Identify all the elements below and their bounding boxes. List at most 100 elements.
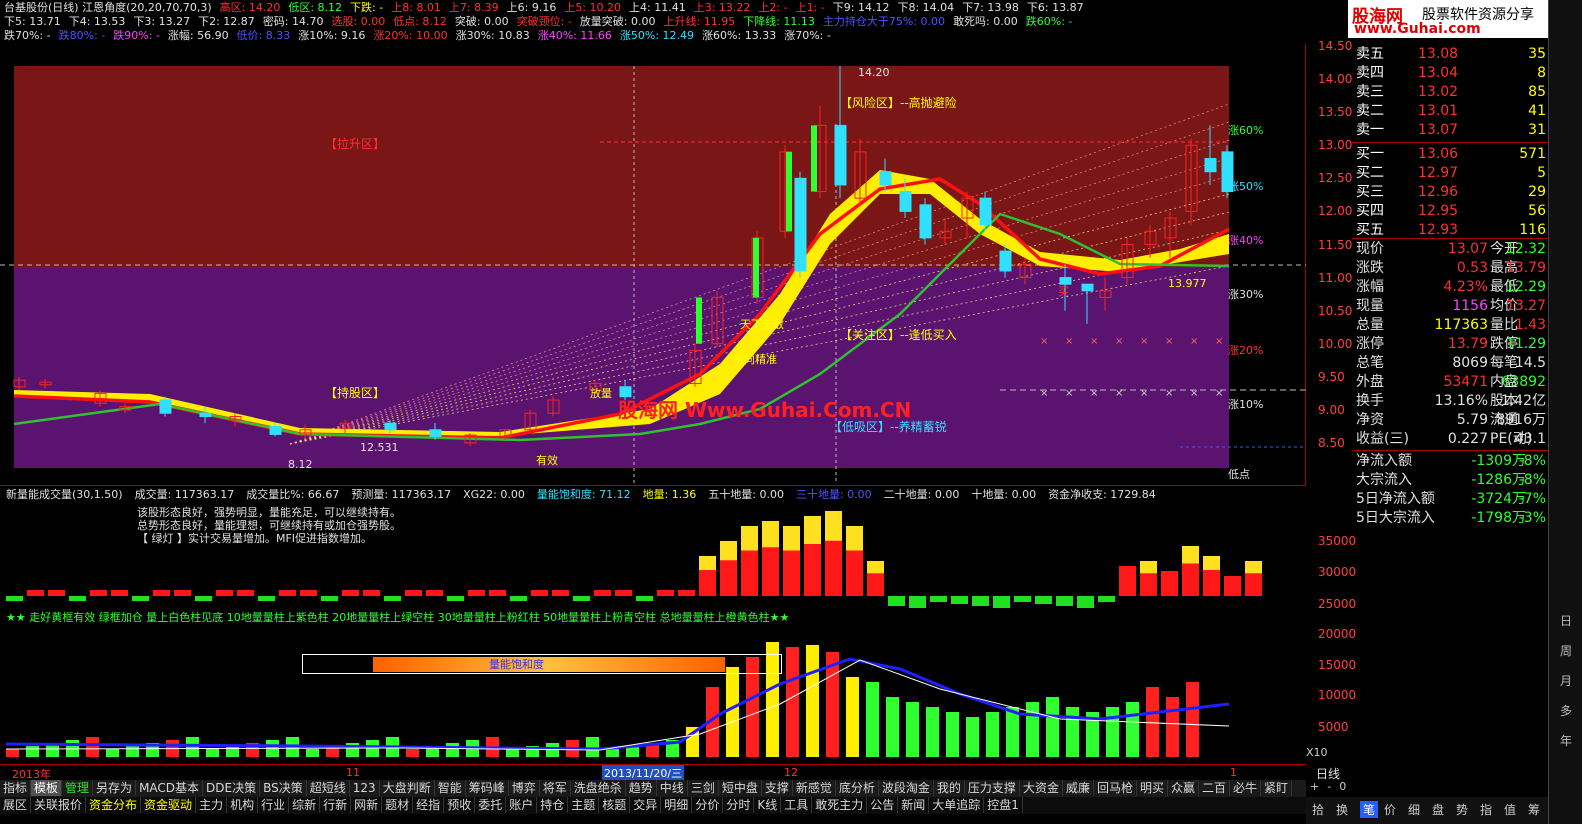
toolbar1-btn[interactable]: 筹码峰: [466, 780, 509, 796]
toolbar2-btn[interactable]: 持仓: [537, 797, 569, 813]
hdr1-9: 上3: 13.22: [693, 1, 751, 14]
sat-bar: [1126, 702, 1139, 757]
toolbar2-btn[interactable]: 资金分布: [86, 797, 142, 813]
toolbar2-btn[interactable]: 分时: [723, 797, 755, 813]
toolbar1-btn[interactable]: 三剑: [688, 780, 719, 796]
toolbar1-btn[interactable]: 压力支撑: [965, 780, 1020, 796]
quote-tab[interactable]: 细: [1408, 801, 1420, 818]
zoom-out-button[interactable]: -: [1327, 780, 1331, 793]
quote-tab[interactable]: 势: [1456, 801, 1468, 818]
toolbar2-btn[interactable]: K线: [754, 797, 782, 813]
vol-bar: [909, 596, 926, 608]
toolbar1-btn[interactable]: 洗盘绝杀: [571, 780, 626, 796]
toolbar1-btn[interactable]: 波段淘金: [879, 780, 934, 796]
toolbar1-btn[interactable]: 博弈: [509, 780, 540, 796]
stock-chart-app: { "header":{ "line1":[ {"t":"台基股份(日线) 江恩…: [0, 0, 1582, 824]
toolbar1-btn[interactable]: 大资金: [1020, 780, 1063, 796]
stat-row: 涨跌 0.53 最高 13.79: [1352, 259, 1548, 278]
toolbar2-btn[interactable]: 关联报价: [31, 797, 87, 813]
toolbar2-btn[interactable]: 控盘1: [984, 797, 1023, 813]
toolbar1-btn[interactable]: 另存为: [93, 780, 137, 796]
toolbar1-btn[interactable]: 紧盯: [1261, 780, 1293, 796]
toolbar1-btn[interactable]: 中线: [657, 780, 688, 796]
quote-tab[interactable]: 值: [1504, 801, 1516, 818]
toolbar2-btn[interactable]: 大单追踪: [929, 797, 985, 813]
quote-tab[interactable]: 换: [1336, 801, 1348, 818]
period-tab[interactable]: 年: [1553, 732, 1579, 749]
vol-bar: [657, 590, 674, 596]
toolbar2-btn[interactable]: 网新: [351, 797, 383, 813]
toolbar1-btn[interactable]: 众赢: [1168, 780, 1200, 796]
toolbar2-btn[interactable]: 主力: [196, 797, 228, 813]
vol-bar: [132, 596, 149, 601]
toolbar1-btn[interactable]: 模板: [31, 780, 63, 796]
toolbar2-btn[interactable]: 行新: [320, 797, 352, 813]
toolbar1-btn[interactable]: MACD基本: [136, 780, 204, 796]
period-tab[interactable]: 月: [1553, 672, 1579, 689]
stat-label: 换手: [1356, 393, 1384, 409]
quote-tab[interactable]: 拾: [1312, 801, 1324, 818]
toolbar2-btn[interactable]: 公告: [867, 797, 899, 813]
toolbar1-btn[interactable]: 二百: [1199, 780, 1231, 796]
toolbar2-btn[interactable]: 交异: [630, 797, 662, 813]
ind1-8: 三十地量: 0.00: [795, 488, 872, 501]
toolbar2-btn[interactable]: 明细: [661, 797, 693, 813]
toolbar1-btn[interactable]: 支撑: [762, 780, 793, 796]
toolbar1-btn[interactable]: 底分析: [836, 780, 879, 796]
zoom-reset-button[interactable]: 0: [1339, 780, 1346, 793]
toolbar1-btn[interactable]: BS决策: [260, 780, 307, 796]
toolbar1-btn[interactable]: 智能: [435, 780, 466, 796]
zoom-in-button[interactable]: +: [1310, 780, 1319, 793]
hdr1-13: 下8: 14.04: [897, 1, 955, 14]
quote-tab[interactable]: 价: [1384, 801, 1396, 818]
toolbar1-btn[interactable]: 大盘判断: [380, 780, 435, 796]
buy-row: 买一 13.06 571: [1352, 145, 1548, 164]
toolbar2-btn[interactable]: 行业: [258, 797, 290, 813]
toolbar1-btn[interactable]: 威廉: [1063, 780, 1094, 796]
toolbar1-btn[interactable]: 指标: [0, 780, 32, 796]
toolbar1-btn[interactable]: 管理: [62, 780, 94, 796]
ind1-7: 五十地量: 0.00: [708, 488, 784, 501]
toolbar2-btn[interactable]: 展区: [0, 797, 32, 813]
toolbar2-btn[interactable]: 新闻: [898, 797, 930, 813]
toolbar2-btn[interactable]: 委托: [475, 797, 507, 813]
toolbar1-btn[interactable]: DDE决策: [203, 780, 261, 796]
stat-row: 总量 117363 量比 1.43: [1352, 316, 1548, 335]
vol-bar: [363, 590, 380, 596]
toolbar1-btn[interactable]: 明买: [1137, 780, 1168, 796]
toolbar1-btn[interactable]: 超短线: [307, 780, 350, 796]
toolbar2-btn[interactable]: 经指: [413, 797, 445, 813]
toolbar1-btn[interactable]: 我的: [934, 780, 965, 796]
period-tab[interactable]: 周: [1553, 642, 1579, 659]
toolbar2-btn[interactable]: 工具: [781, 797, 813, 813]
quote-tab[interactable]: 指: [1480, 801, 1492, 818]
quote-tab[interactable]: 盘: [1432, 801, 1444, 818]
toolbar2-btn[interactable]: 核题: [599, 797, 631, 813]
toolbar1-btn[interactable]: 回马枪: [1094, 780, 1137, 796]
toolbar2-btn[interactable]: 主题: [568, 797, 600, 813]
brand-banner: 股海网 股票软件资源分享 www.Guhai.com: [1348, 0, 1548, 38]
toolbar2-btn[interactable]: 题材: [382, 797, 414, 813]
quote-tab[interactable]: 笔: [1360, 801, 1379, 818]
buy-row-label: 买四: [1356, 203, 1384, 219]
toolbar2-btn[interactable]: 账户: [506, 797, 538, 813]
sell-row-price: 13.01: [1418, 103, 1459, 119]
toolbar1-btn[interactable]: 趋势: [626, 780, 657, 796]
toolbar1-btn[interactable]: 新感觉: [793, 780, 836, 796]
toolbar2-btn[interactable]: 预收: [444, 797, 476, 813]
toolbar2-btn[interactable]: 敢死主力: [812, 797, 868, 813]
toolbar1-btn[interactable]: 123: [350, 780, 380, 796]
toolbar1-btn[interactable]: 将军: [540, 780, 571, 796]
toolbar1-btn[interactable]: 必牛: [1230, 780, 1262, 796]
sat-bar: [586, 737, 599, 757]
toolbar1-btn[interactable]: 短中盘: [719, 780, 762, 796]
quote-tab[interactable]: 筹: [1528, 801, 1540, 818]
toolbar2-btn[interactable]: 分价: [692, 797, 724, 813]
period-tab[interactable]: 多: [1553, 702, 1579, 719]
sat-bar: [6, 749, 19, 757]
toolbar2-btn[interactable]: 机构: [227, 797, 259, 813]
toolbar2-btn[interactable]: 资金驱动: [141, 797, 197, 813]
toolbar2-btn[interactable]: 综新: [289, 797, 321, 813]
period-tab[interactable]: 日: [1553, 612, 1579, 629]
stat-label: 涨跌: [1356, 260, 1384, 276]
